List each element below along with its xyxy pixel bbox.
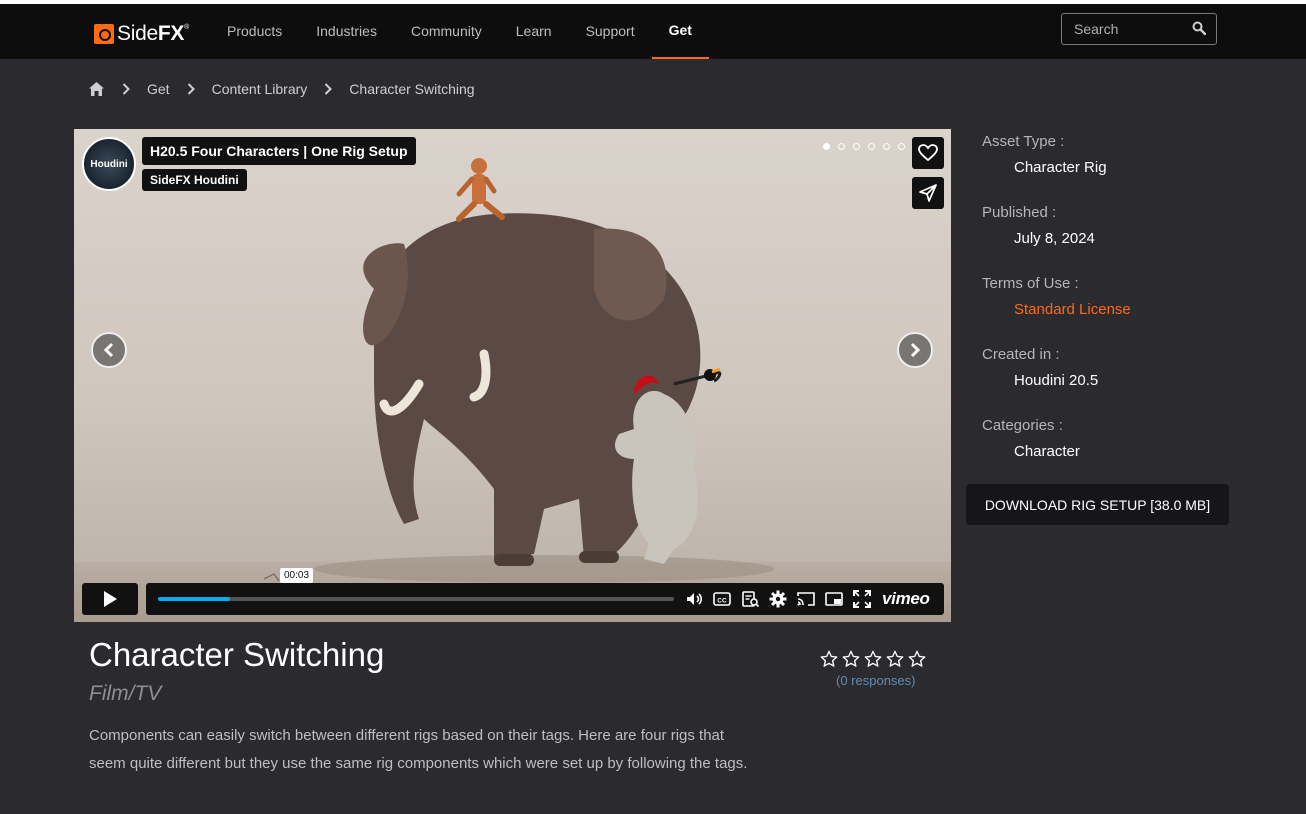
breadcrumb-current: Character Switching	[349, 81, 475, 97]
nav-item-get[interactable]: Get	[651, 4, 709, 59]
carousel-dot[interactable]	[823, 143, 830, 150]
home-icon[interactable]	[88, 81, 105, 97]
terms-label: Terms of Use :	[982, 275, 1079, 292]
star-icon[interactable]	[820, 650, 838, 668]
carousel-prev-button[interactable]	[91, 332, 127, 368]
breadcrumb-get[interactable]: Get	[147, 81, 170, 97]
chevron-left-icon	[103, 342, 114, 358]
star-icon[interactable]	[842, 650, 860, 668]
volume-icon[interactable]	[684, 589, 704, 609]
breadcrumb: Get Content Library Character Switching	[88, 78, 475, 100]
rating-responses[interactable]: (0 responses)	[836, 673, 915, 688]
like-button[interactable]	[912, 137, 944, 169]
categories-value: Character	[1014, 443, 1080, 460]
settings-gear-icon[interactable]	[768, 589, 788, 609]
carousel-next-button[interactable]	[897, 332, 933, 368]
download-button[interactable]: DOWNLOAD RIG SETUP [38.0 MB]	[966, 484, 1229, 525]
star-icon[interactable]	[886, 650, 904, 668]
send-icon	[919, 184, 937, 202]
video-title[interactable]: H20.5 Four Characters | One Rig Setup	[142, 137, 416, 165]
cast-icon[interactable]	[796, 589, 816, 609]
nav-item-support[interactable]: Support	[569, 4, 652, 59]
created-in-label: Created in :	[982, 346, 1060, 363]
search-box	[1061, 13, 1217, 45]
nav-item-community[interactable]: Community	[394, 4, 499, 59]
chevron-right-icon	[910, 342, 921, 358]
captions-icon[interactable]: CC	[712, 589, 732, 609]
asset-meta-panel: Asset Type : Character Rig Published : J…	[982, 133, 1242, 488]
chevron-right-icon	[324, 82, 334, 96]
logo-text: SideFX	[117, 22, 185, 45]
carousel-dots	[823, 143, 905, 150]
fullscreen-icon[interactable]	[852, 589, 872, 609]
star-icon[interactable]	[864, 650, 882, 668]
asset-type-value: Character Rig	[1014, 159, 1107, 176]
video-channel[interactable]: SideFX Houdini	[142, 169, 247, 191]
nav-item-learn[interactable]: Learn	[499, 4, 569, 59]
vimeo-logo[interactable]: vimeo	[882, 589, 930, 609]
search-icon[interactable]	[1192, 21, 1206, 35]
sidefx-logo-icon	[94, 24, 114, 44]
sidefx-logo[interactable]: SideFX ®	[94, 22, 189, 46]
channel-avatar[interactable]: Houdini	[82, 137, 136, 191]
video-frame-scene	[263, 158, 774, 583]
published-label: Published :	[982, 204, 1057, 221]
asset-title: Character Switching	[89, 636, 385, 673]
chevron-right-icon	[122, 82, 132, 96]
carousel-dot[interactable]	[838, 143, 845, 150]
asset-category: Film/TV	[89, 682, 162, 705]
asset-type-label: Asset Type :	[982, 133, 1065, 150]
nav-item-products[interactable]: Products	[210, 4, 299, 59]
carousel-dot[interactable]	[883, 143, 890, 150]
terms-link[interactable]: Standard License	[982, 297, 1242, 346]
logo-trademark: ®	[184, 24, 190, 31]
play-button[interactable]	[82, 583, 138, 615]
player-controls: 00:03 CC vimeo	[82, 568, 944, 615]
svg-text:CC: CC	[717, 598, 727, 605]
categories-label: Categories :	[982, 417, 1063, 434]
progress-fill	[158, 597, 231, 601]
timecode-tooltip: 00:03	[280, 568, 314, 583]
star-rating	[820, 650, 926, 668]
play-icon	[104, 591, 117, 607]
main-nav: Products Industries Community Learn Supp…	[210, 4, 709, 59]
share-button[interactable]	[912, 177, 944, 209]
carousel-dot[interactable]	[898, 143, 905, 150]
control-icons: CC vimeo	[684, 589, 930, 609]
asset-description: Components can easily switch between dif…	[89, 727, 748, 772]
published-value: July 8, 2024	[1014, 230, 1095, 247]
created-in-value: Houdini 20.5	[1014, 372, 1099, 389]
picture-in-picture-icon[interactable]	[824, 589, 844, 609]
transcript-icon[interactable]	[740, 589, 760, 609]
control-bar: 00:03 CC vimeo	[146, 568, 944, 615]
carousel-dot[interactable]	[853, 143, 860, 150]
carousel-dot[interactable]	[868, 143, 875, 150]
progress-track[interactable]	[158, 597, 674, 601]
heart-icon	[918, 144, 938, 162]
breadcrumb-content-library[interactable]: Content Library	[212, 81, 308, 97]
site-header: SideFX ® Products Industries Community L…	[0, 4, 1306, 59]
star-icon[interactable]	[908, 650, 926, 668]
search-input[interactable]	[1072, 20, 1186, 38]
nav-item-industries[interactable]: Industries	[299, 4, 394, 59]
chevron-right-icon	[187, 82, 197, 96]
video-player[interactable]: Houdini H20.5 Four Characters | One Rig …	[74, 129, 951, 622]
